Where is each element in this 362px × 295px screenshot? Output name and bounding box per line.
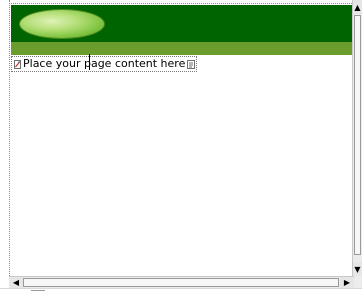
page-top-boundary	[9, 3, 352, 4]
subheader-bar	[11, 42, 352, 55]
vertical-scrollbar[interactable]: ▲ ▼	[352, 0, 362, 276]
content-placeholder[interactable]: Place your page content here	[11, 56, 198, 72]
horizontal-scroll-thumb[interactable]	[23, 278, 339, 287]
content-tag-close-icon	[187, 59, 196, 69]
arrow-left-icon[interactable]: ◀	[9, 277, 23, 288]
content-tag-open-icon	[14, 59, 21, 69]
status-strip	[0, 288, 362, 295]
design-view-window: Place your page content here ▲ ▼ ◀ ▶	[0, 0, 362, 295]
scrollbar-corner	[354, 276, 362, 288]
header-banner	[11, 5, 352, 42]
arrow-down-icon[interactable]: ▼	[353, 262, 362, 276]
page-canvas[interactable]: Place your page content here	[0, 0, 352, 276]
arrow-up-icon[interactable]: ▲	[353, 0, 362, 14]
text-cursor	[89, 54, 90, 70]
arrow-right-icon[interactable]: ▶	[340, 277, 354, 288]
placeholder-text: Place your page content here	[23, 57, 186, 70]
header-logo-oval	[19, 9, 105, 39]
vertical-scroll-thumb[interactable]	[354, 15, 361, 255]
status-strip-mark	[31, 290, 45, 291]
horizontal-scrollbar[interactable]: ◀ ▶	[9, 276, 354, 288]
